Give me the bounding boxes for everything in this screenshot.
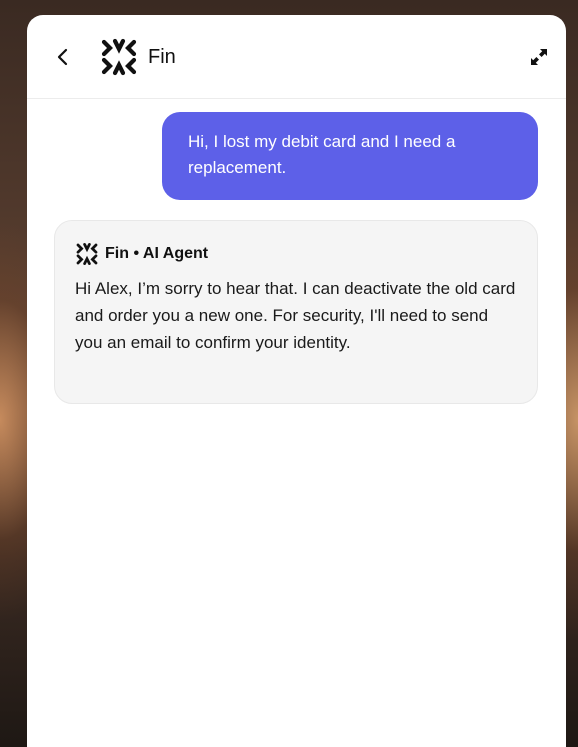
- agent-name: Fin: [105, 245, 129, 262]
- agent-message-bubble: Fin • AI Agent Hi Alex, I’m sorry to hea…: [54, 220, 538, 404]
- agent-separator: •: [133, 245, 140, 262]
- agent-message-text: Hi Alex, I’m sorry to hear that. I can d…: [75, 279, 516, 352]
- back-button[interactable]: [51, 43, 75, 71]
- agent-name-label: Fin • AI Agent: [105, 245, 208, 263]
- fin-logo-icon: [76, 243, 98, 265]
- user-message-text: Hi, I lost my debit card and I need a re…: [188, 132, 456, 177]
- expand-button[interactable]: [528, 46, 550, 68]
- chevron-left-icon: [57, 48, 68, 66]
- header-title: Fin: [148, 45, 176, 68]
- user-message-bubble: Hi, I lost my debit card and I need a re…: [162, 112, 538, 200]
- agent-header: Fin • AI Agent: [75, 241, 517, 267]
- chat-header: Fin: [27, 15, 566, 99]
- fin-logo-icon: [101, 38, 137, 76]
- expand-icon: [531, 49, 547, 65]
- chat-panel: Fin Hi, I lost my debit card and I need …: [27, 15, 566, 747]
- brand: Fin: [99, 37, 176, 77]
- agent-role: AI Agent: [142, 245, 209, 262]
